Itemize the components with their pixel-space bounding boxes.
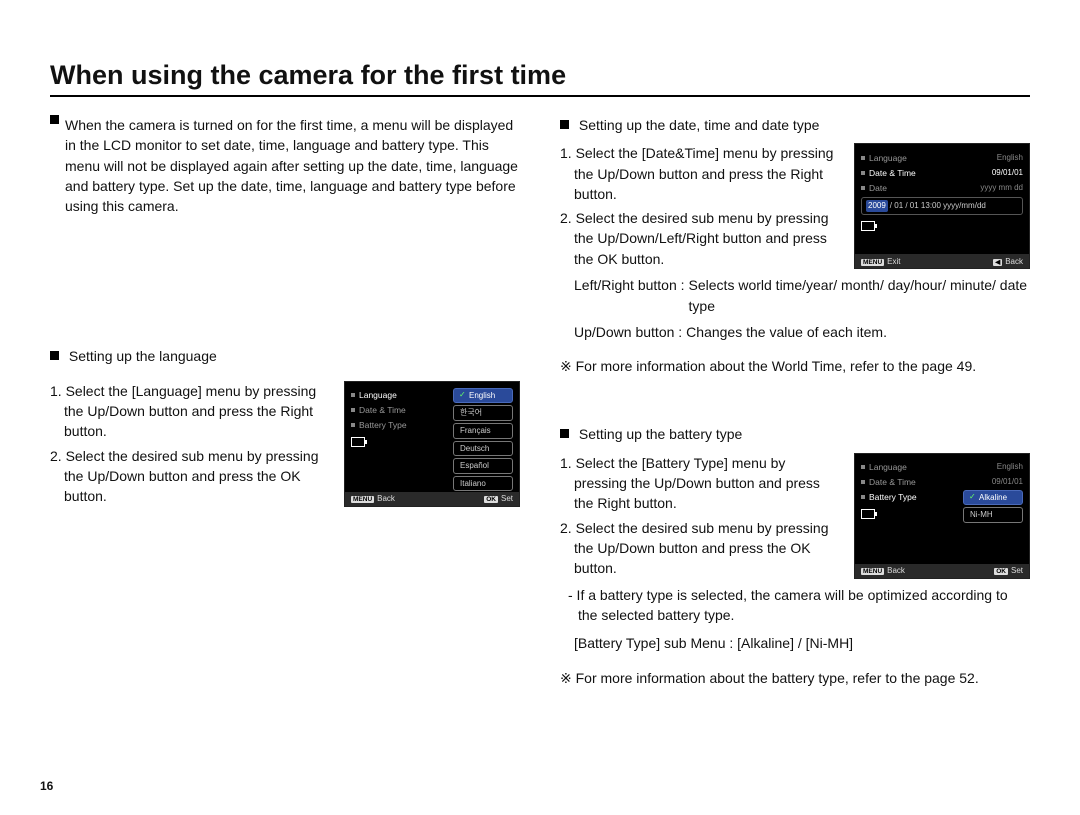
battery-icon — [861, 221, 875, 231]
menu-key-icon: MENU — [861, 259, 884, 266]
dot-icon — [351, 423, 355, 427]
lcd-menu-value: English — [997, 461, 1023, 473]
battery-icon — [861, 509, 875, 519]
battery-steps: 1. Select the [Battery Type] menu by pre… — [560, 453, 842, 579]
worldtime-ref: ※ For more information about the World T… — [560, 356, 1030, 376]
intro-text: When the camera is turned on for the fir… — [65, 115, 520, 216]
page-number: 16 — [40, 779, 53, 793]
lcd-menu-value: yyyy mm dd — [980, 182, 1023, 194]
battery-step2: 2. Select the desired sub menu by pressi… — [560, 518, 842, 579]
square-bullet-icon — [50, 351, 59, 360]
lcd-footer: MENUBack OKSet — [855, 564, 1029, 578]
lr-desc: Selects world time/year/ month/ day/hour… — [685, 275, 1030, 316]
square-bullet-icon — [560, 120, 569, 129]
ok-key-icon: OK — [994, 568, 1008, 575]
datetime-step1: 1. Select the [Date&Time] menu by pressi… — [560, 143, 842, 204]
datetime-steps: 1. Select the [Date&Time] menu by pressi… — [560, 143, 842, 269]
dot-icon — [861, 171, 865, 175]
dot-icon — [861, 465, 865, 469]
lcd-menu-item: Date & Time — [869, 476, 988, 488]
language-heading: Setting up the language — [69, 348, 217, 364]
left-column: When the camera is turned on for the fir… — [50, 115, 520, 688]
battery-block: 1. Select the [Battery Type] menu by pre… — [560, 453, 1030, 579]
language-step2: 2. Select the desired sub menu by pressi… — [50, 446, 332, 507]
language-block: 1. Select the [Language] menu by pressin… — [50, 381, 520, 507]
back-key-icon: ◀ — [993, 259, 1002, 266]
lcd-battery-screenshot: LanguageEnglish Date & Time09/01/01 Batt… — [854, 453, 1030, 579]
lcd-language-screenshot: Language Date & Time Battery Type Englis… — [344, 381, 520, 507]
language-step1: 1. Select the [Language] menu by pressin… — [50, 381, 332, 442]
lcd-menu-item: Date — [869, 182, 976, 194]
lcd-menu-value: English — [997, 152, 1023, 164]
page-title: When using the camera for the first time — [50, 60, 1030, 97]
lcd-option: Français — [453, 423, 513, 439]
two-column-layout: When the camera is turned on for the fir… — [50, 115, 1030, 688]
ud-label: Up/Down button : — [574, 322, 682, 342]
datetime-heading: Setting up the date, time and date type — [579, 117, 820, 133]
ud-desc: Changes the value of each item. — [682, 322, 887, 342]
square-bullet-icon — [50, 115, 59, 124]
lcd-option-list: Alkaline Ni-MH — [963, 490, 1023, 523]
dot-icon — [861, 186, 865, 190]
check-icon — [460, 391, 467, 398]
dot-icon — [861, 495, 865, 499]
battery-ref: ※ For more information about the battery… — [560, 668, 1030, 688]
dot-icon — [351, 393, 355, 397]
lcd-option: Ni-MH — [963, 507, 1023, 523]
lcd-footer: MENUExit ◀Back — [855, 254, 1029, 268]
lcd-menu-value: 09/01/01 — [992, 476, 1023, 488]
lcd-option-list: English 한국어 Français Deutsch Español Ita… — [453, 388, 513, 492]
lcd-option: Español — [453, 458, 513, 474]
dot-icon — [861, 480, 865, 484]
square-bullet-icon — [560, 429, 569, 438]
menu-key-icon: MENU — [351, 496, 374, 503]
battery-icon — [351, 437, 365, 447]
dot-icon — [351, 408, 355, 412]
lcd-option-selected: English — [453, 388, 513, 404]
language-heading-row: Setting up the language — [50, 346, 520, 366]
lcd-option: Deutsch — [453, 441, 513, 457]
lcd-menu-value: 09/01/01 — [992, 167, 1023, 179]
menu-key-icon: MENU — [861, 568, 884, 575]
battery-step1: 1. Select the [Battery Type] menu by pre… — [560, 453, 842, 514]
lcd-date-year-selected: 2009 — [866, 200, 888, 212]
lcd-option: Italiano — [453, 476, 513, 492]
lcd-option-selected: Alkaline — [963, 490, 1023, 506]
lcd-option: 한국어 — [453, 405, 513, 421]
language-steps: 1. Select the [Language] menu by pressin… — [50, 381, 332, 507]
lr-button-desc: Left/Right button : Selects world time/y… — [560, 275, 1030, 316]
ok-key-icon: OK — [484, 496, 498, 503]
right-column: Setting up the date, time and date type … — [560, 115, 1030, 688]
battery-optimize-note: - If a battery type is selected, the cam… — [560, 585, 1030, 626]
manual-page: When using the camera for the first time… — [0, 0, 1080, 815]
lcd-footer: MENUBack OKSet — [345, 492, 519, 506]
lcd-menu-item: Date & Time — [869, 167, 988, 179]
lcd-menu-item: Language — [869, 461, 993, 473]
battery-submenu-note: [Battery Type] sub Menu : [Alkaline] / [… — [560, 633, 1030, 653]
datetime-block: 1. Select the [Date&Time] menu by pressi… — [560, 143, 1030, 269]
lcd-datetime-screenshot: Language English Date & Time 09/01/01 Date… — [854, 143, 1030, 269]
dot-icon — [861, 156, 865, 160]
lcd-date-rest: / 01 / 01 13:00 yyyy/mm/dd — [890, 200, 986, 212]
datetime-heading-row: Setting up the date, time and date type — [560, 115, 1030, 135]
intro-block: When the camera is turned on for the fir… — [50, 115, 520, 216]
battery-heading: Setting up the battery type — [579, 426, 742, 442]
check-icon — [970, 493, 977, 500]
lr-label: Left/Right button : — [574, 275, 685, 316]
ud-button-desc: Up/Down button : Changes the value of ea… — [560, 322, 1030, 342]
lcd-menu-item: Language — [869, 152, 993, 164]
lcd-date-edit-row: 2009 / 01 / 01 13:00 yyyy/mm/dd — [861, 197, 1023, 215]
datetime-step2: 2. Select the desired sub menu by pressi… — [560, 208, 842, 269]
battery-heading-row: Setting up the battery type — [560, 424, 1030, 444]
